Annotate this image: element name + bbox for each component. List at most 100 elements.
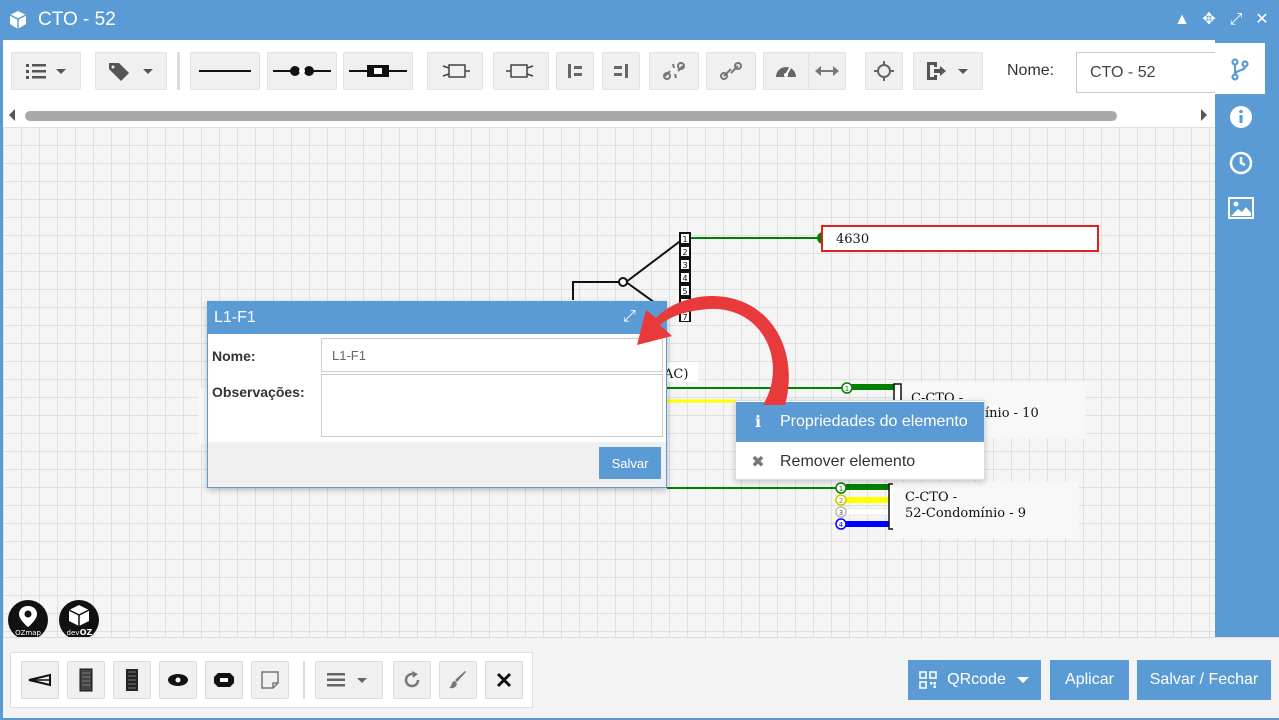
close-icon: ✖ — [751, 454, 765, 471]
title-bar: CTO - 52 ▲ ✥ ⤢ ✕ — [0, 0, 1279, 40]
ozmap-logo-text: OZmap — [15, 629, 41, 637]
connector-icon — [349, 65, 407, 77]
dialog-obs-label: Observações: — [212, 384, 305, 400]
cube-icon — [9, 11, 27, 29]
name-input[interactable] — [1076, 52, 1216, 93]
splice-box-icon — [168, 674, 188, 686]
rack-shape-button[interactable] — [113, 661, 151, 699]
sidebar-item-info[interactable] — [1228, 104, 1254, 130]
qrcode-label: QRcode — [947, 671, 1006, 688]
qrcode-icon — [919, 671, 937, 689]
splice-icon — [273, 66, 331, 76]
splice-box-button[interactable] — [159, 661, 197, 699]
scroll-left-icon[interactable] — [9, 109, 15, 121]
dialog-obs-textarea[interactable] — [321, 374, 663, 437]
line-icon — [199, 70, 251, 72]
dialog-title: L1-F1 — [214, 309, 256, 326]
link-icon — [720, 62, 742, 80]
horizontal-scrollbar[interactable] — [3, 105, 1215, 127]
right-sidebar — [1215, 40, 1279, 640]
move-icon[interactable]: ✥ — [1199, 10, 1219, 30]
tray-icon — [79, 668, 93, 692]
splice-tool-button[interactable] — [267, 52, 337, 90]
dialog-footer — [208, 442, 666, 487]
closure-button[interactable] — [205, 661, 243, 699]
export-icon — [927, 62, 968, 80]
unlink-button[interactable] — [649, 52, 699, 90]
minimize-icon[interactable]: ▲ — [1172, 10, 1192, 30]
expand-icon[interactable]: ⤢ — [623, 308, 636, 326]
menu-item-remove[interactable]: ✖ Remover elemento — [736, 442, 984, 482]
devoz-logo-text-a: dev — [67, 629, 80, 637]
menu-item-properties[interactable]: ℹ Propriedades do elemento — [736, 402, 984, 442]
arrows-horizontal-icon — [815, 66, 839, 76]
close-window-icon[interactable]: ✕ — [1252, 10, 1272, 30]
tags-icon — [109, 63, 153, 81]
ozmap-logo: OZmap — [8, 600, 48, 640]
scrollbar-thumb[interactable] — [25, 111, 1117, 121]
plug-right-icon — [506, 64, 534, 78]
top-toolbar: Nome: — [3, 40, 1216, 105]
dialog-header[interactable]: L1-F1 ⤢ — [208, 302, 666, 334]
note-icon — [261, 671, 279, 689]
align-icon — [327, 673, 367, 687]
delete-button[interactable] — [485, 661, 523, 699]
qrcode-menu-button[interactable]: QRcode — [908, 660, 1041, 700]
bottom-separator — [303, 661, 305, 699]
unlink-icon — [663, 62, 685, 80]
line-tool-button[interactable] — [190, 52, 260, 90]
connector-shape-button[interactable] — [21, 661, 59, 699]
image-icon — [1228, 197, 1254, 219]
closure-icon — [214, 673, 234, 687]
close-icon — [496, 672, 512, 688]
list-menu-button[interactable] — [11, 52, 81, 90]
branch-icon — [1231, 57, 1249, 81]
align-menu-button[interactable] — [315, 661, 383, 699]
refresh-icon — [404, 671, 420, 688]
resize-horizontal-button[interactable] — [808, 52, 846, 90]
split-right-button[interactable] — [602, 52, 640, 90]
properties-dialog: L1-F1 ⤢ Nome: Observações: Salvar — [207, 301, 667, 488]
paint-button[interactable] — [439, 661, 477, 699]
rack-icon — [126, 669, 138, 691]
devoz-logo-text-b: OZ — [80, 628, 93, 637]
wedge-icon — [28, 673, 51, 687]
connector-right-button[interactable] — [493, 52, 549, 90]
context-menu: ℹ Propriedades do elemento ✖ Remover ele… — [735, 400, 985, 480]
export-menu-button[interactable] — [913, 52, 983, 90]
scroll-right-icon[interactable] — [1201, 109, 1207, 121]
info-circle-icon — [1230, 106, 1252, 128]
link-button[interactable] — [706, 52, 756, 90]
save-close-button[interactable]: Salvar / Fechar — [1137, 660, 1271, 700]
clock-icon — [1229, 151, 1253, 175]
sidebar-item-branch[interactable] — [1215, 43, 1265, 94]
dialog-name-label: Nome: — [212, 348, 256, 364]
dialog-save-button[interactable]: Salvar — [599, 447, 661, 479]
devoz-logo: dev OZ — [59, 600, 99, 640]
tray-shape-button[interactable] — [67, 661, 105, 699]
gauge-button[interactable] — [763, 52, 809, 90]
apply-button[interactable]: Aplicar — [1050, 660, 1129, 700]
sidebar-item-image[interactable] — [1228, 195, 1254, 221]
sidebar-item-history[interactable] — [1228, 150, 1254, 176]
dialog-name-input[interactable] — [321, 338, 663, 372]
menu-item-label: Remover elemento — [780, 453, 916, 470]
maximize-icon[interactable]: ⤢ — [1226, 10, 1246, 30]
bottom-bar: QRcode Aplicar Salvar / Fechar — [3, 637, 1279, 718]
center-button[interactable] — [865, 52, 903, 90]
tags-menu-button[interactable] — [95, 52, 167, 90]
split-left-button[interactable] — [556, 52, 594, 90]
window-title: CTO - 52 — [38, 9, 116, 30]
gauge-icon — [776, 67, 796, 77]
crosshair-icon — [874, 61, 894, 81]
note-button[interactable] — [251, 661, 289, 699]
app-window: CTO - 52 ▲ ✥ ⤢ ✕ Nome: CTO - 52 1 2 3 4 … — [0, 0, 1279, 720]
menu-item-label: Propriedades do elemento — [780, 413, 968, 430]
connector-tool-button[interactable] — [343, 52, 413, 90]
refresh-button[interactable] — [393, 661, 431, 699]
name-label: Nome: — [1007, 62, 1055, 79]
connector-left-button[interactable] — [427, 52, 483, 90]
paint-brush-icon — [449, 671, 466, 689]
bottom-tool-group — [10, 652, 533, 708]
list-icon — [26, 64, 66, 79]
